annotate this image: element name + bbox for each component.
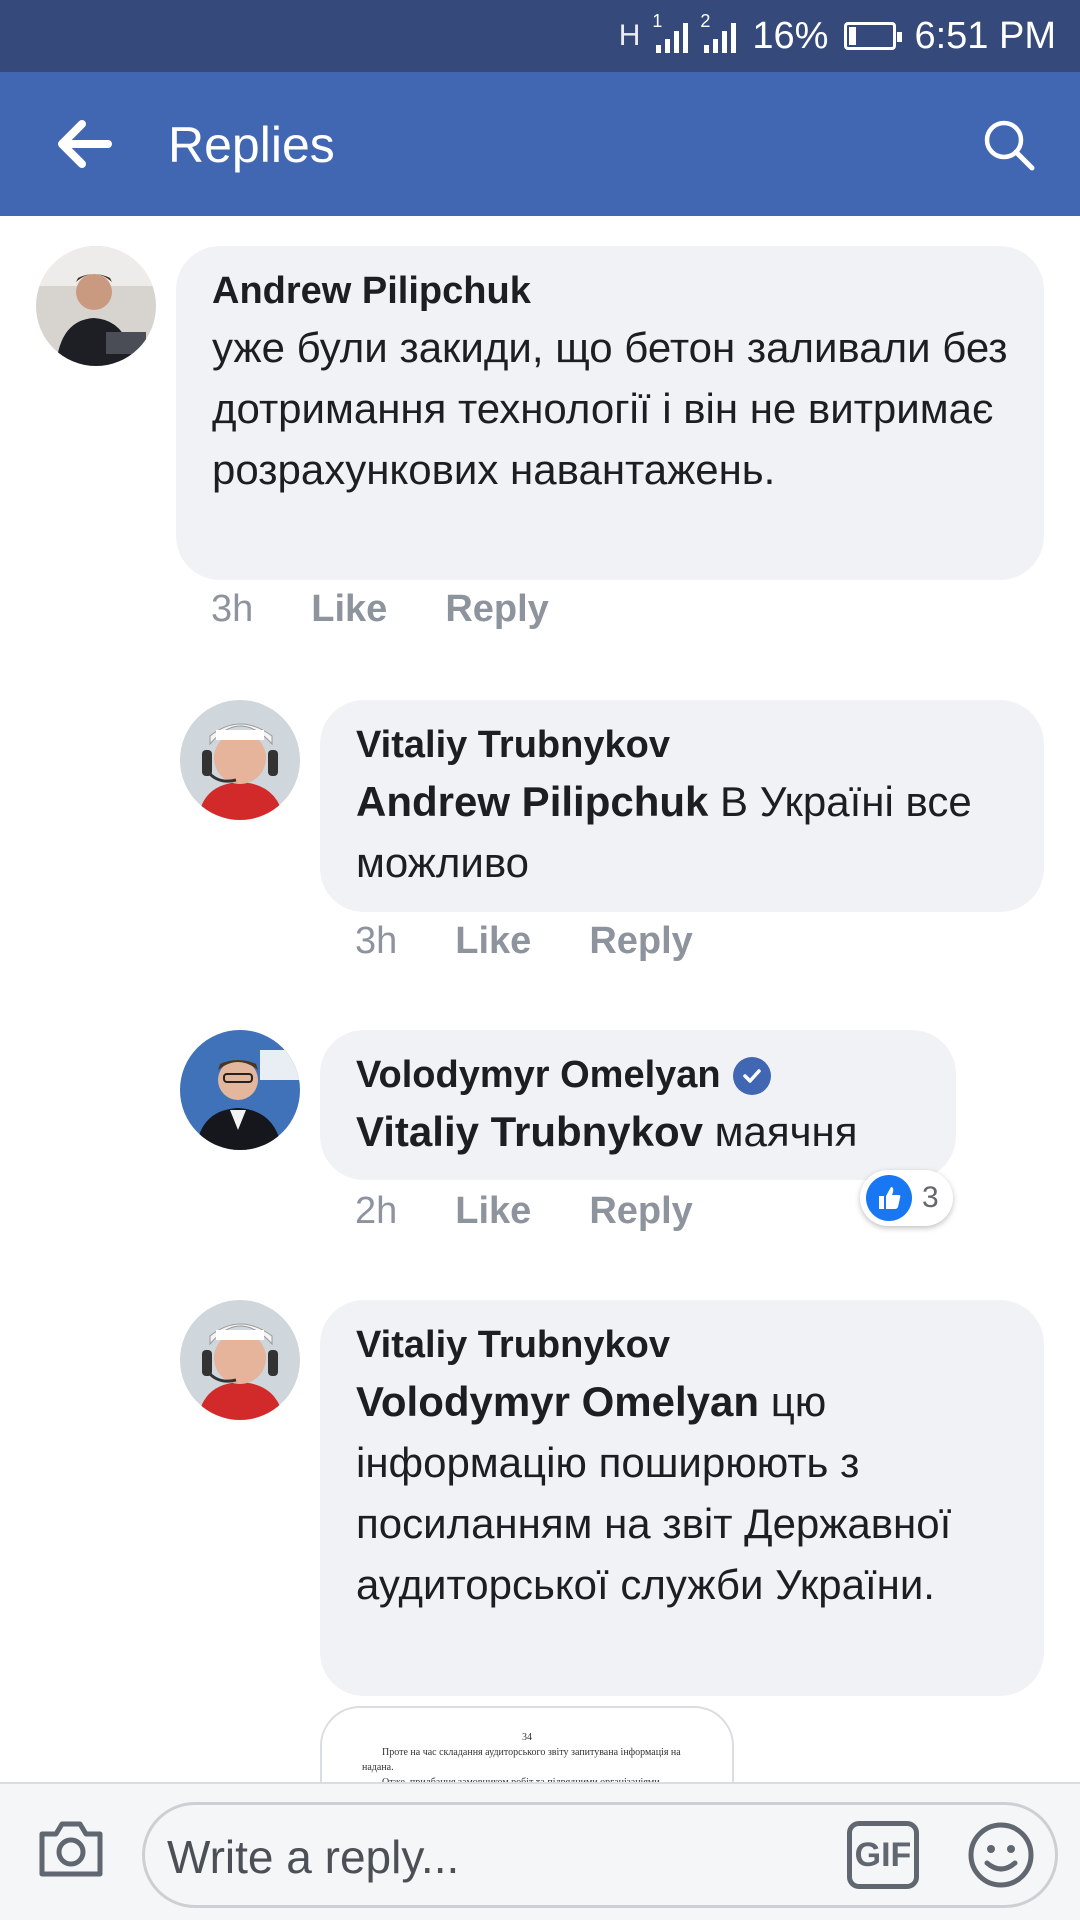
comment-author[interactable]: Vitaliy Trubnykov bbox=[356, 1324, 1008, 1367]
page-title: Replies bbox=[168, 117, 335, 173]
comment-time: 3h bbox=[355, 920, 398, 962]
comment-actions: 3h Like Reply bbox=[211, 588, 549, 631]
comment-text: Vitaliy Trubnykov маячня bbox=[356, 1101, 920, 1162]
document-line: Проте на час складання аудиторського зві… bbox=[382, 1747, 681, 1758]
comment-time: 2h bbox=[355, 1190, 398, 1232]
sim-1-label: 1 bbox=[652, 11, 663, 31]
like-button[interactable]: Like bbox=[311, 588, 387, 631]
avatar[interactable] bbox=[180, 1030, 300, 1150]
sim-2-label: 2 bbox=[700, 11, 711, 31]
comment-body: маячня bbox=[703, 1108, 858, 1155]
document-page-number: 34 bbox=[522, 1732, 532, 1743]
comment-bubble[interactable]: Vitaliy Trubnykov Andrew Pilipchuk В Укр… bbox=[320, 700, 1044, 912]
reply-button[interactable]: Reply bbox=[589, 920, 692, 963]
emoji-icon[interactable] bbox=[965, 1819, 1037, 1891]
camera-icon[interactable] bbox=[36, 1818, 106, 1880]
verified-icon bbox=[732, 1056, 771, 1095]
clock: 6:51 PM bbox=[914, 14, 1056, 57]
reply-button[interactable]: Reply bbox=[589, 1190, 692, 1233]
comment-bubble[interactable]: Volodymyr Omelyan Vitaliy Trubnykov маяч… bbox=[320, 1030, 956, 1180]
comment-text: уже були закиди, що бетон заливали без д… bbox=[212, 324, 1008, 493]
battery-percent: 16% bbox=[752, 14, 829, 57]
comment-text: Volodymyr Omelyan цю інформацію поширюют… bbox=[356, 1371, 1008, 1615]
reaction-number: 3 bbox=[922, 1181, 939, 1214]
document-line: надана. bbox=[362, 1762, 394, 1773]
mention-link[interactable]: Volodymyr Omelyan bbox=[356, 1378, 759, 1425]
comment-author[interactable]: Andrew Pilipchuk bbox=[212, 270, 1008, 313]
like-icon bbox=[866, 1175, 912, 1221]
comment-author[interactable]: Vitaliy Trubnykov bbox=[356, 724, 1008, 767]
reply-button[interactable]: Reply bbox=[445, 588, 548, 631]
comment-bubble[interactable]: Andrew Pilipchuk уже були закиди, що бет… bbox=[176, 246, 1044, 580]
battery-icon bbox=[844, 22, 903, 50]
mention-link[interactable]: Vitaliy Trubnykov bbox=[356, 1108, 703, 1155]
comment-time: 3h bbox=[211, 588, 254, 630]
status-bar: H 1 2 16% 6:51 PM bbox=[0, 0, 1080, 72]
gif-icon[interactable]: GIF bbox=[847, 1821, 919, 1889]
back-arrow-icon[interactable] bbox=[56, 120, 112, 168]
network-type: H bbox=[618, 19, 641, 52]
like-button[interactable]: Like bbox=[455, 920, 531, 963]
comment-author: Volodymyr Omelyan bbox=[356, 1054, 920, 1097]
signal-2-icon: 2 bbox=[700, 11, 737, 53]
reply-composer: GIF bbox=[0, 1782, 1080, 1920]
avatar[interactable] bbox=[180, 1300, 300, 1420]
comment-text: Andrew Pilipchuk В Україні все можливо bbox=[356, 771, 1008, 893]
reply-input-container: GIF bbox=[142, 1802, 1058, 1908]
comment-author-name[interactable]: Volodymyr Omelyan bbox=[356, 1054, 721, 1097]
reply-input[interactable] bbox=[167, 1827, 827, 1887]
avatar[interactable] bbox=[180, 700, 300, 820]
signal-1-icon: 1 bbox=[652, 11, 689, 53]
app-bar: Replies bbox=[0, 72, 1080, 216]
like-button[interactable]: Like bbox=[455, 1190, 531, 1233]
avatar[interactable] bbox=[36, 246, 156, 366]
comment-actions: 3h Like Reply bbox=[355, 920, 693, 963]
mention-link[interactable]: Andrew Pilipchuk bbox=[356, 778, 708, 825]
reaction-count[interactable]: 3 bbox=[860, 1170, 953, 1226]
comment-bubble[interactable]: Vitaliy Trubnykov Volodymyr Omelyan цю і… bbox=[320, 1300, 1044, 1696]
search-icon[interactable] bbox=[982, 118, 1036, 172]
comment-actions: 2h Like Reply bbox=[355, 1190, 693, 1233]
